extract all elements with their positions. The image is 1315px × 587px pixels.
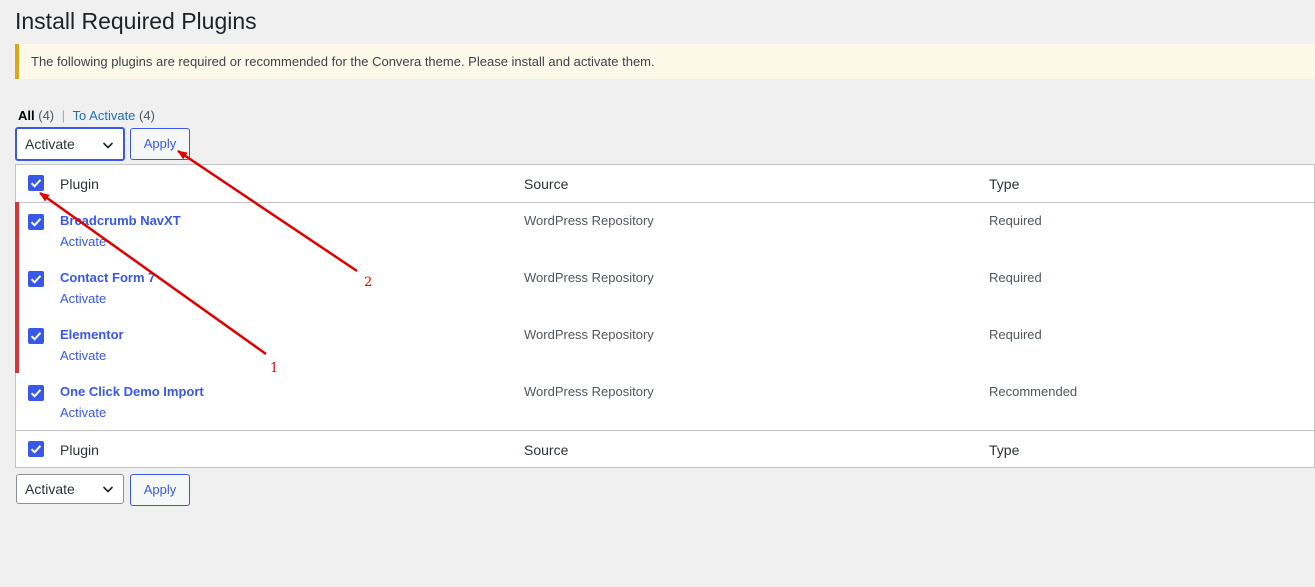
column-header-type[interactable]: Type [989, 176, 1019, 192]
plugin-type: Required [989, 213, 1042, 228]
select-all-checkbox[interactable] [28, 175, 44, 191]
bulk-action-select-top[interactable]: Activate [15, 127, 125, 161]
plugin-name-link[interactable]: Contact Form 7 [60, 270, 155, 285]
annotation-label-1: 1 [270, 361, 279, 376]
view-all-count: (4) [38, 108, 55, 123]
view-to-activate-count: (4) [139, 108, 155, 123]
row-checkbox[interactable] [28, 214, 44, 230]
plugin-source: WordPress Repository [524, 327, 654, 342]
row-checkbox[interactable] [28, 271, 44, 287]
activate-link[interactable]: Activate [60, 234, 106, 249]
notice-banner: The following plugins are required or re… [15, 44, 1315, 79]
checkmark-icon [30, 275, 42, 284]
apply-button-top[interactable]: Apply [130, 128, 190, 160]
checkmark-icon [30, 332, 42, 341]
activate-link[interactable]: Activate [60, 291, 106, 306]
checkmark-icon [30, 445, 42, 454]
plugin-type: Required [989, 327, 1042, 342]
bulk-action-select-bottom[interactable]: Activate [16, 474, 124, 504]
apply-button-bottom[interactable]: Apply [130, 474, 190, 506]
plugin-name-link[interactable]: Elementor [60, 327, 124, 342]
checkmark-icon [30, 389, 42, 398]
table-row: Elementor Activate WordPress Repository … [15, 316, 1314, 373]
chevron-down-icon [102, 486, 114, 493]
footer-header-type[interactable]: Type [989, 442, 1019, 458]
view-all-link[interactable]: All [18, 108, 35, 123]
row-checkbox[interactable] [28, 328, 44, 344]
footer-header-source[interactable]: Source [524, 442, 568, 458]
activate-link[interactable]: Activate [60, 348, 106, 363]
view-separator: | [61, 108, 66, 123]
plugin-source: WordPress Repository [524, 270, 654, 285]
view-filters: All (4) | To Activate (4) [18, 108, 155, 123]
notice-text: The following plugins are required or re… [31, 54, 655, 69]
table-footer: Plugin Source Type [16, 430, 1314, 468]
checkmark-icon [30, 218, 42, 227]
plugin-name-link[interactable]: One Click Demo Import [60, 384, 204, 399]
column-header-source[interactable]: Source [524, 176, 568, 192]
table-row: Contact Form 7 Activate WordPress Reposi… [15, 259, 1314, 316]
bulk-action-selected: Activate [25, 481, 75, 497]
plugin-type: Required [989, 270, 1042, 285]
table-row: One Click Demo Import Activate WordPress… [16, 373, 1314, 430]
view-to-activate-link[interactable]: To Activate [73, 108, 136, 123]
activate-link[interactable]: Activate [60, 405, 106, 420]
column-header-plugin[interactable]: Plugin [60, 176, 99, 192]
bulk-action-selected: Activate [25, 136, 75, 152]
page-title: Install Required Plugins [15, 8, 257, 34]
table-row: Breadcrumb NavXT Activate WordPress Repo… [15, 202, 1314, 259]
chevron-down-icon [102, 142, 114, 149]
plugin-source: WordPress Repository [524, 213, 654, 228]
footer-header-plugin[interactable]: Plugin [60, 442, 99, 458]
row-checkbox[interactable] [28, 385, 44, 401]
plugin-source: WordPress Repository [524, 384, 654, 399]
checkmark-icon [30, 179, 42, 188]
annotation-label-2: 2 [364, 275, 373, 290]
table-header: Plugin Source Type [16, 165, 1314, 203]
plugins-table: Plugin Source Type Breadcrumb NavXT Acti… [15, 164, 1315, 468]
plugins-page: Install Required Plugins The following p… [0, 0, 1315, 587]
plugin-name-link[interactable]: Breadcrumb NavXT [60, 213, 181, 228]
plugin-type: Recommended [989, 384, 1078, 399]
select-all-checkbox-footer[interactable] [28, 441, 44, 457]
